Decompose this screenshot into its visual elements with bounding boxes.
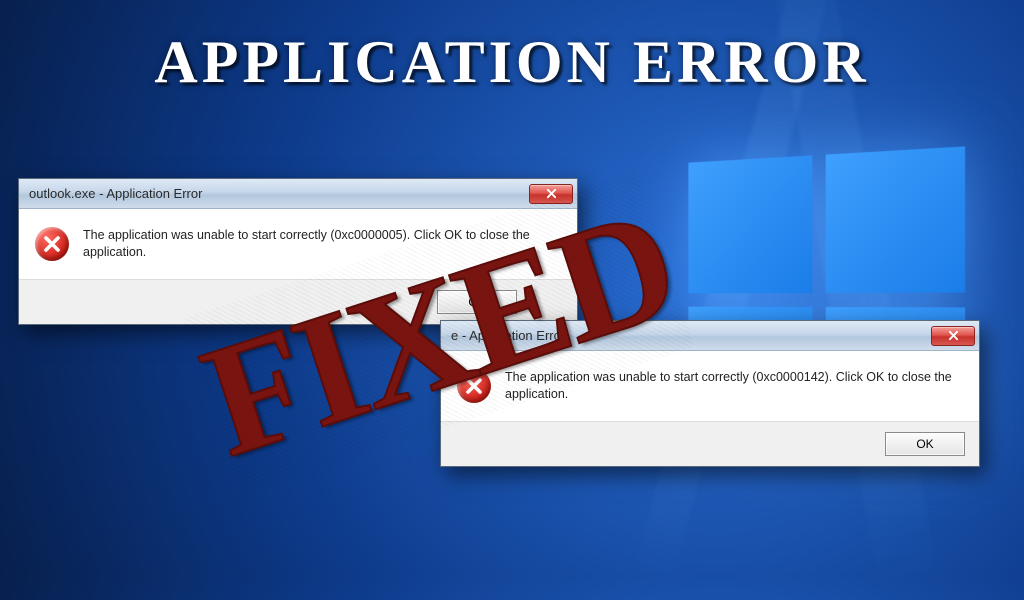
ok-button[interactable]: OK — [437, 290, 517, 314]
dialog-footer: OK — [441, 422, 979, 466]
dialog-title: e - Application Error — [451, 328, 931, 343]
ok-button[interactable]: OK — [885, 432, 965, 456]
close-button[interactable] — [931, 326, 975, 346]
error-icon — [35, 227, 69, 261]
dialog-message: The application was unable to start corr… — [83, 227, 561, 261]
dialog-titlebar[interactable]: outlook.exe - Application Error — [19, 179, 577, 209]
dialog-footer: OK — [19, 280, 577, 324]
dialog-title: outlook.exe - Application Error — [29, 186, 529, 201]
error-dialog-1: outlook.exe - Application Error The appl… — [18, 178, 578, 325]
close-icon — [948, 330, 959, 341]
headline-text: APPLICATION ERROR — [0, 28, 1024, 97]
dialog-body: The application was unable to start corr… — [441, 351, 979, 422]
dialog-body: The application was unable to start corr… — [19, 209, 577, 280]
close-button[interactable] — [529, 184, 573, 204]
dialog-message: The application was unable to start corr… — [505, 369, 963, 403]
error-dialog-2: e - Application Error The application wa… — [440, 320, 980, 467]
error-icon — [457, 369, 491, 403]
dialog-titlebar[interactable]: e - Application Error — [441, 321, 979, 351]
close-icon — [546, 188, 557, 199]
